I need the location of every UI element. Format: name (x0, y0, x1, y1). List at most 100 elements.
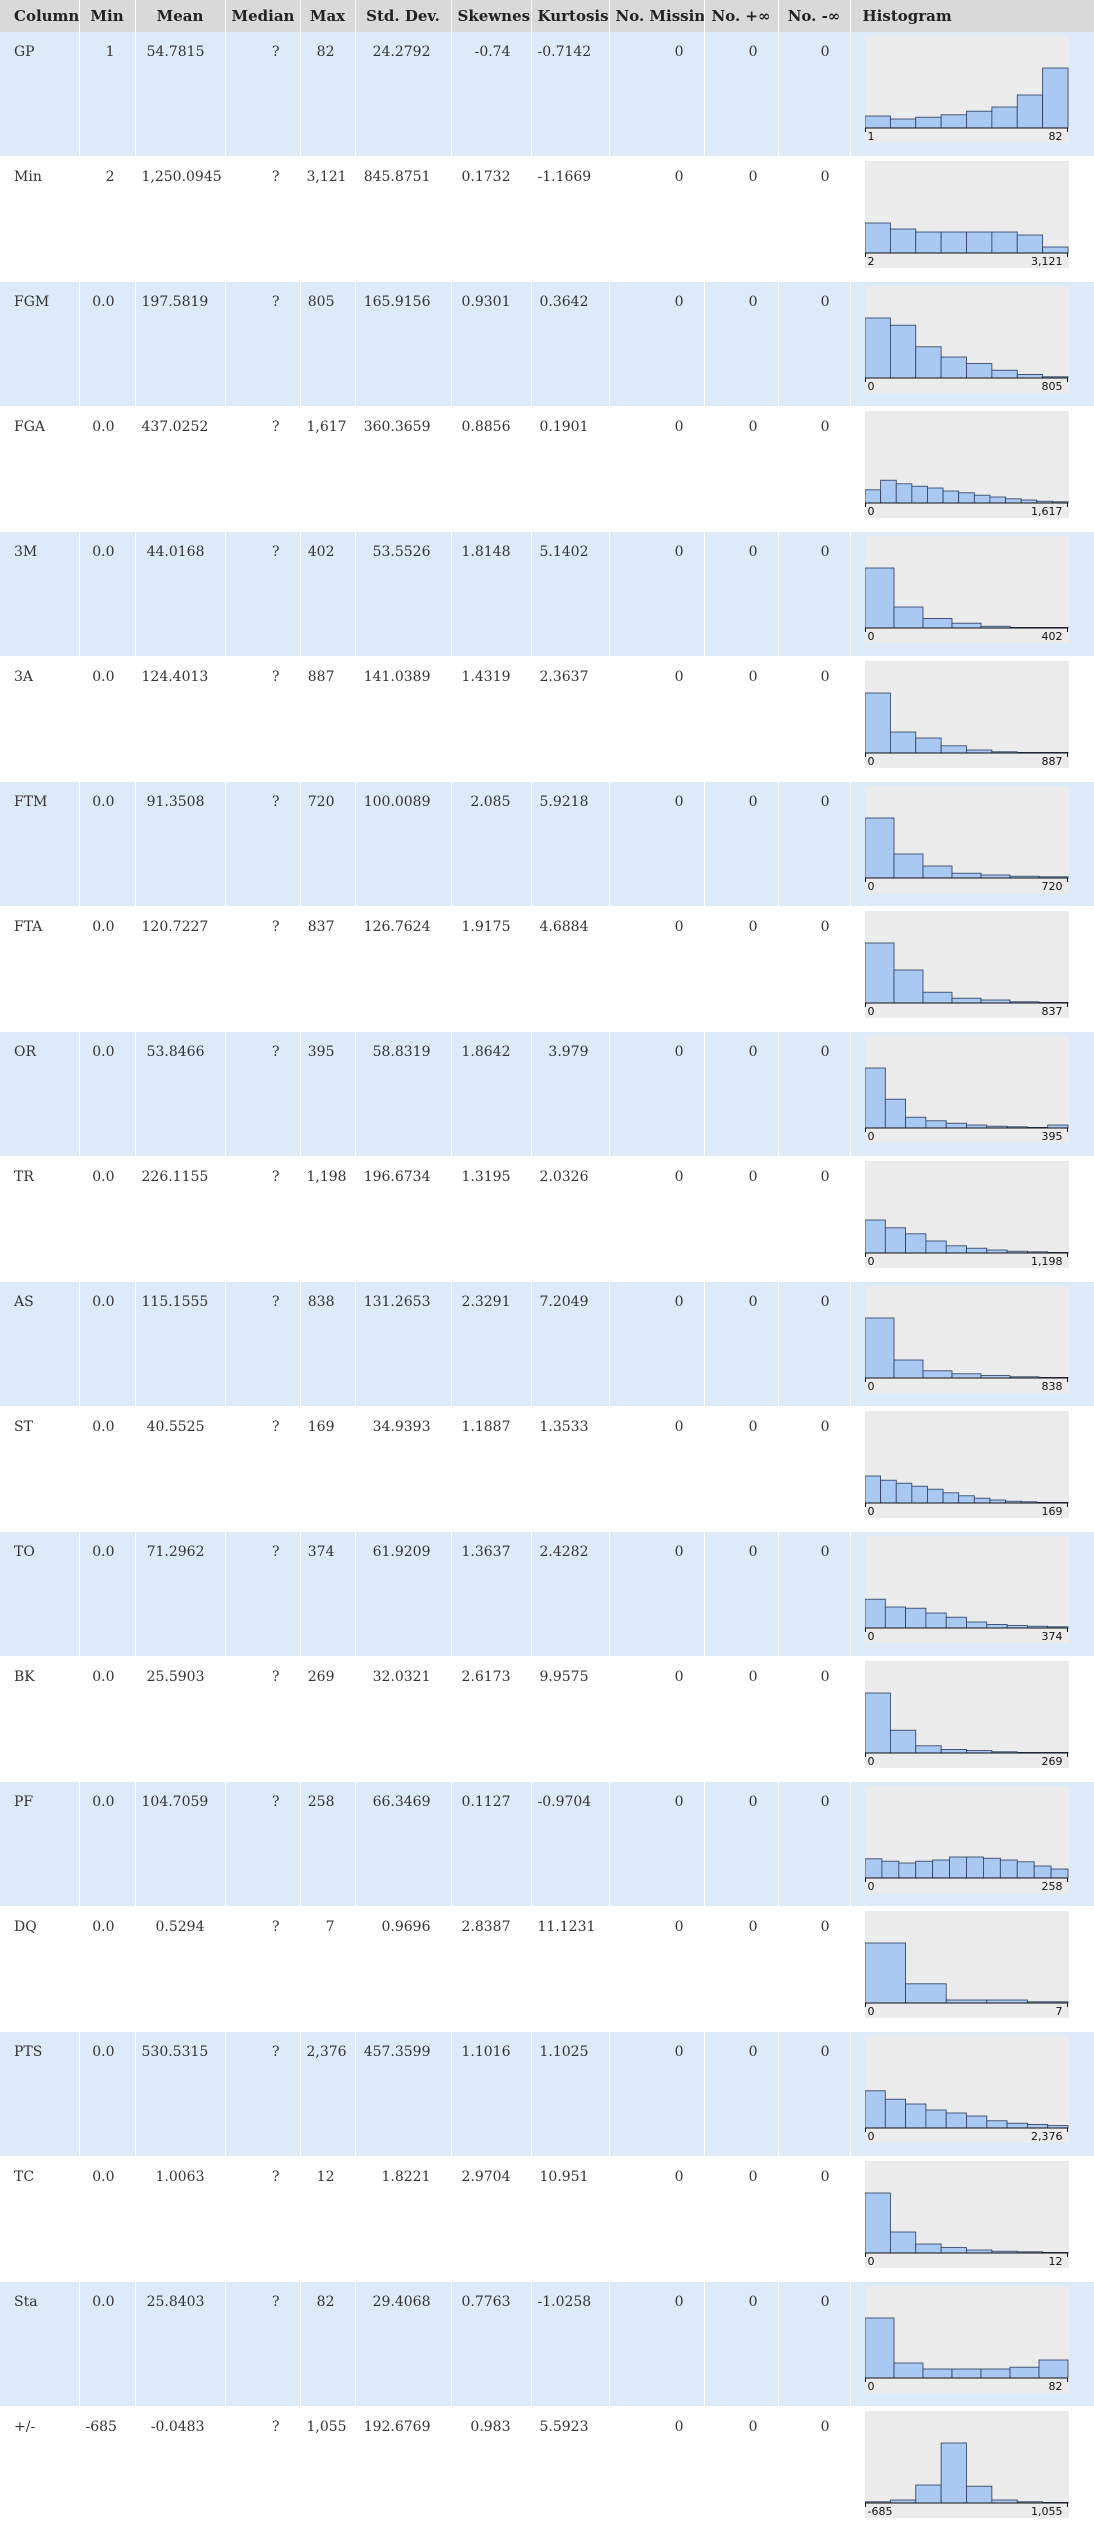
histogram-min-label: 0 (867, 380, 875, 393)
histogram-chart: 0 1,198 (864, 1161, 1069, 1268)
table-row[interactable]: FTA 0.0 120.7227? 837 126.7624 1.9175 4.6884 0 0… (0, 906, 1094, 1032)
kurtosis-cell: 5.5923 (531, 2406, 610, 2532)
median-cell: ? (225, 2156, 301, 2282)
table-row[interactable]: Min 2 1,250.0945? 3,121 845.8751 0.1732 -1.166… (0, 156, 1094, 282)
max-cell: 837 (300, 906, 356, 1032)
table-row[interactable]: OR 0.0 53.8466? 395 58.8319 1.8642 3.979 0 0 0 0 39… (0, 1031, 1094, 1157)
histogram-bar (889, 1729, 916, 1754)
kurtosis-cell: 2.3637 (531, 656, 610, 782)
table-row[interactable]: AS 0.0 115.1555? 838 131.2653 2.3291 7.2049 0 0 0… (0, 1281, 1094, 1407)
histogram-cell: 0 838 (850, 1281, 1094, 1407)
min-cell: 0.0 (79, 1031, 136, 1157)
table-row[interactable]: ST 0.0 40.5525? 169 34.9393 1.1887 1.3533 0 0 0 0 1… (0, 1406, 1094, 1532)
header-skewness[interactable]: Skewness (451, 0, 532, 32)
histogram-bar (922, 1370, 952, 1379)
median-cell: ? (225, 406, 301, 532)
histogram-svg (864, 1219, 1068, 1257)
header-pos-inf[interactable]: No. +∞ (704, 0, 779, 32)
table-row[interactable]: FGA 0.0 437.0252? 1,617 360.3659 0.8856 0.1901… (0, 406, 1094, 532)
column-name-cell: GP (0, 32, 80, 157)
column-name-cell: TR (0, 1156, 80, 1282)
table-row[interactable]: +/- -685 -0.0483? 1,055 192.6769 0.983 5.5923 0… (0, 2406, 1094, 2532)
histogram-chart: 07 (864, 1911, 1069, 2018)
kurtosis-cell: 3.979 (531, 1031, 610, 1157)
skewness-cell: 0.983 (451, 2406, 532, 2532)
histogram-bar (1016, 94, 1043, 129)
neg-inf-cell: 0 (778, 2406, 851, 2532)
table-row[interactable]: 3A 0.0 124.4013? 887 141.0389 1.4319 2.3637 0 0 0… (0, 656, 1094, 782)
median-cell: ? (225, 1281, 301, 1407)
table-row[interactable]: Sta 0.0 25.8403? 82 29.4068 0.7763 -1.0258 0 0 0 0… (0, 2281, 1094, 2407)
missing-cell: 0 (609, 1156, 705, 1282)
histogram-bar (864, 817, 894, 879)
header-missing[interactable]: No. Missing (609, 0, 705, 32)
table-row[interactable]: TR 0.0 226.1155? 1,198 196.6734 1.3195 2.0326 0… (0, 1156, 1094, 1282)
table-row[interactable]: TC 0.0 1.0063? 12 1.8221 2.9704 10.951 0 0 0 0 12 (0, 2156, 1094, 2282)
header-mean[interactable]: Mean (135, 0, 226, 32)
table-row[interactable]: FGM 0.0 197.5819? 805 165.9156 0.9301 0.3642 0 0… (0, 281, 1094, 407)
histogram-cell: -685 1,055 (850, 2406, 1094, 2532)
histogram-bar (940, 2247, 967, 2254)
histogram-chart: 0 82 (864, 2286, 1069, 2393)
min-cell: 0.0 (79, 2156, 136, 2282)
header-std-dev[interactable]: Std. Dev. (355, 0, 452, 32)
histogram-cell: 2 3,121 (850, 156, 1094, 282)
histogram-chart: 0 12 (864, 2161, 1069, 2268)
header-max[interactable]: Max (300, 0, 356, 32)
table-row[interactable]: 3M 0.0 44.0168? 402 53.5526 1.8148 5.1402 0 0 0 0 4… (0, 531, 1094, 657)
min-cell: 0.0 (79, 531, 136, 657)
table-row[interactable]: FTM 0.0 91.3508? 720 100.0089 2.085 5.9218 0 0 0 0… (0, 781, 1094, 907)
histogram-chart: 0 1,617 (864, 411, 1069, 518)
header-kurtosis[interactable]: Kurtosis (531, 0, 610, 32)
histogram-chart: 0 269 (864, 1661, 1069, 1768)
histogram-bar (940, 231, 967, 254)
header-min[interactable]: Min (79, 0, 136, 32)
skewness-cell: 0.1732 (451, 156, 532, 282)
histogram-bar (951, 997, 981, 1004)
missing-cell: 0 (609, 531, 705, 657)
histogram-bar (893, 853, 923, 879)
median-cell: ? (225, 1906, 301, 2032)
histogram-bar (1016, 1861, 1035, 1879)
kurtosis-cell: 7.2049 (531, 1281, 610, 1407)
kurtosis-cell: 10.951 (531, 2156, 610, 2282)
max-cell: 1,055 (300, 2406, 356, 2532)
pos-inf-cell: 0 (704, 1031, 779, 1157)
histogram-min-label: 2 (867, 255, 875, 268)
header-neg-inf[interactable]: No. -∞ (778, 0, 851, 32)
histogram-bar (990, 369, 1018, 379)
header-median[interactable]: Median (225, 0, 301, 32)
table-row[interactable]: PF 0.0 104.7059? 258 66.3469 0.1127 -0.9704 0 0 0… (0, 1781, 1094, 1907)
missing-cell: 0 (609, 1031, 705, 1157)
table-row[interactable]: BK 0.0 25.5903? 269 32.0321 2.6173 9.9575 0 0 0 0 2… (0, 1656, 1094, 1782)
histogram-min-label: 0 (867, 2130, 875, 2143)
max-cell: 887 (300, 656, 356, 782)
histogram-max-label: 12 (1048, 2255, 1063, 2268)
histogram-bar (864, 692, 891, 754)
missing-cell: 0 (609, 906, 705, 1032)
skewness-cell: 1.1887 (451, 1406, 532, 1532)
histogram-bar (1041, 67, 1068, 129)
histogram-bar (985, 2120, 1008, 2129)
histogram-bar (951, 872, 981, 879)
histogram-bar (914, 2243, 942, 2254)
table-row[interactable]: TO 0.0 71.2962? 374 61.9209 1.3637 2.4282 0 0 0 0 3… (0, 1531, 1094, 1657)
median-cell: ? (225, 781, 301, 907)
histogram-chart: 0 837 (864, 911, 1069, 1018)
table-row[interactable]: DQ 0.0 0.5294? 7 0.9696 2.8387 11.1231 0 0 0 0 7 (0, 1906, 1094, 2032)
histogram-bar (985, 1624, 1008, 1629)
histogram-bar (1009, 2366, 1039, 2379)
histogram-cell: 0 2,376 (850, 2031, 1094, 2157)
histogram-svg (864, 2090, 1068, 2132)
histogram-bar (889, 118, 916, 129)
pos-inf-cell: 0 (704, 2156, 779, 2282)
max-cell: 402 (300, 531, 356, 657)
histogram-bar (1050, 1868, 1068, 1879)
table-row[interactable]: GP 1 54.7815? 82 24.2792 -0.74 -0.7142 0 0 0 1 82 (0, 32, 1094, 157)
header-column[interactable]: Column (0, 0, 80, 32)
header-histogram[interactable]: Histogram (850, 0, 1094, 32)
skewness-cell: 0.8856 (451, 406, 532, 532)
skewness-cell: -0.74 (451, 32, 532, 157)
mean-cell: 1.0063 (135, 2156, 226, 2282)
table-row[interactable]: PTS 0.0 530.5315? 2,376 457.3599 1.1016 1.1025… (0, 2031, 1094, 2157)
